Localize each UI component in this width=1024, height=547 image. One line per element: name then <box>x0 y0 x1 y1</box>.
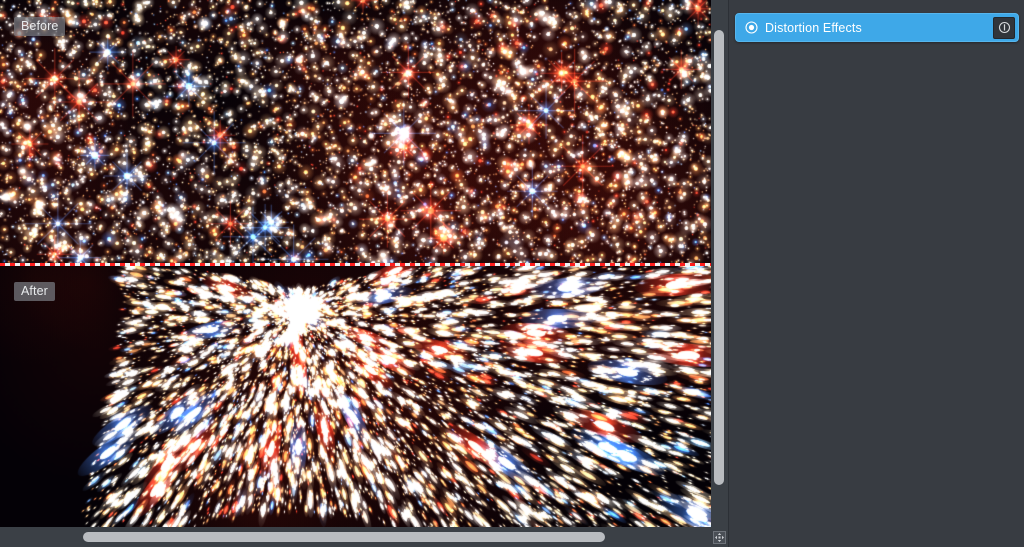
panel-title: Distortion Effects <box>765 20 862 35</box>
image-preview-canvas[interactable]: Before After <box>0 0 711 527</box>
before-label: Before <box>14 17 66 36</box>
before-starfield-image <box>0 0 711 264</box>
preview-horizontal-scrollbar[interactable] <box>0 527 711 547</box>
settings-panel: Distortion Effects Type: Fish Eyes <box>728 0 1024 547</box>
before-after-split-divider[interactable] <box>0 263 711 266</box>
preview-horizontal-scrollbar-thumb[interactable] <box>83 532 605 542</box>
preview-vertical-scrollbar[interactable] <box>711 0 728 527</box>
after-image-region <box>0 266 711 527</box>
after-label: After <box>14 282 55 301</box>
distortion-effects-dialog: Before After Distortion Effects <box>0 0 1024 547</box>
preview-vertical-scrollbar-thumb[interactable] <box>714 30 724 485</box>
after-starfield-image-fisheye <box>0 266 711 527</box>
panel-header: Distortion Effects <box>735 13 1019 42</box>
target-circle-icon <box>745 21 758 34</box>
preview-pane: Before After <box>0 0 728 547</box>
info-button[interactable] <box>993 16 1015 39</box>
pan-move-icon[interactable] <box>711 527 728 547</box>
before-image-region <box>0 0 711 264</box>
